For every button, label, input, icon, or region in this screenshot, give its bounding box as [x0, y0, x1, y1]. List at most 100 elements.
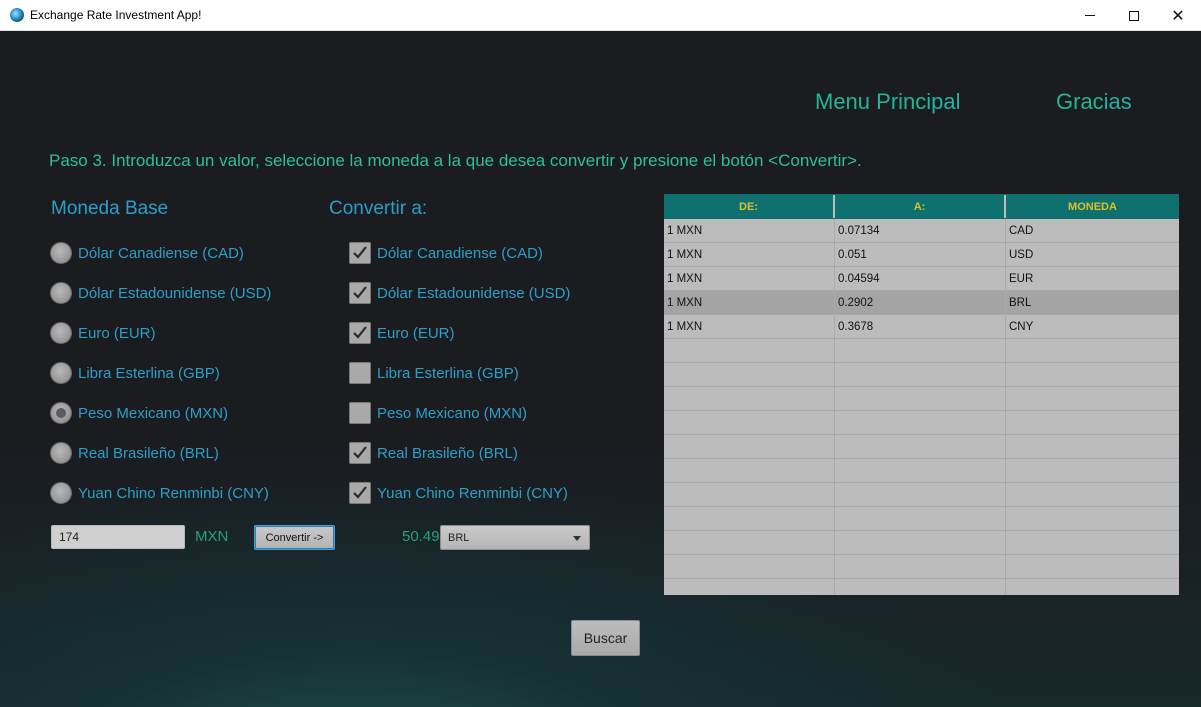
amount-input[interactable] [51, 525, 185, 549]
conversion-result: 50.49 [402, 528, 440, 545]
table-cell [1006, 363, 1179, 386]
rates-table[interactable]: DE: A: MONEDA 1 MXN 0.07134 CAD 1 MXN 0.051 U… [664, 194, 1179, 595]
convert-to-label: Yuan Chino Renminbi (CNY) [377, 484, 568, 502]
app-globe-icon [10, 8, 24, 22]
table-cell [1006, 411, 1179, 434]
table-cell [835, 531, 1006, 554]
radio-selected-icon[interactable] [50, 402, 72, 424]
checkbox-icon[interactable] [349, 362, 371, 384]
table-cell [664, 411, 835, 434]
table-cell [1006, 507, 1179, 530]
rates-table-body: 1 MXN 0.07134 CAD 1 MXN 0.051 USD 1 MXN 0.04594… [664, 219, 1179, 595]
convert-to-option[interactable]: Peso Mexicano (MXN) [349, 400, 527, 426]
base-currency-label: Dólar Estadounidense (USD) [78, 284, 272, 302]
table-row-empty [664, 555, 1179, 579]
minimize-button[interactable] [1067, 0, 1113, 31]
table-cell [835, 339, 1006, 362]
convert-button[interactable]: Convertir -> [254, 525, 335, 550]
radio-icon[interactable] [50, 442, 72, 464]
radio-icon[interactable] [50, 482, 72, 504]
table-cell [835, 555, 1006, 578]
convert-to-option[interactable]: Yuan Chino Renminbi (CNY) [349, 480, 568, 506]
maximize-button[interactable] [1111, 0, 1157, 31]
close-button[interactable]: ✕ [1155, 0, 1201, 31]
table-row[interactable]: 1 MXN 0.07134 CAD [664, 219, 1179, 243]
convert-to-title: Convertir a: [329, 198, 428, 219]
app-content: Menu Principal Gracias Paso 3. Introduzc… [0, 31, 1201, 707]
nav-gracias-link[interactable]: Gracias [1056, 89, 1132, 115]
checkmark-icon [353, 446, 367, 459]
base-currency-option[interactable]: Real Brasileño (BRL) [50, 440, 219, 466]
convert-to-option[interactable]: Euro (EUR) [349, 320, 455, 346]
table-cell: CNY [1009, 320, 1034, 333]
checkbox-checked-icon[interactable] [349, 322, 371, 344]
table-row[interactable]: 1 MXN 0.2902 BRL [664, 291, 1179, 315]
target-currency-select[interactable]: BRL [440, 525, 590, 550]
table-row-empty [664, 459, 1179, 483]
checkbox-checked-icon[interactable] [349, 482, 371, 504]
base-currency-option[interactable]: Euro (EUR) [50, 320, 156, 346]
table-cell [835, 411, 1006, 434]
table-row[interactable]: 1 MXN 0.3678 CNY [664, 315, 1179, 339]
table-row-empty [664, 387, 1179, 411]
search-button[interactable]: Buscar [571, 620, 640, 656]
radio-icon[interactable] [50, 362, 72, 384]
convert-to-option[interactable]: Dólar Canadiense (CAD) [349, 240, 543, 266]
radio-icon[interactable] [50, 242, 72, 264]
table-cell [835, 507, 1006, 530]
table-row-empty [664, 363, 1179, 387]
step-instructions: Paso 3. Introduzca un valor, seleccione … [49, 151, 862, 170]
base-currency-option[interactable]: Yuan Chino Renminbi (CNY) [50, 480, 269, 506]
minimize-icon [1085, 15, 1095, 16]
radio-icon[interactable] [50, 282, 72, 304]
table-row-empty [664, 339, 1179, 363]
table-cell [664, 483, 835, 506]
table-cell [835, 483, 1006, 506]
convert-to-label: Dólar Estadounidense (USD) [377, 284, 571, 302]
checkbox-checked-icon[interactable] [349, 442, 371, 464]
convert-to-option[interactable]: Libra Esterlina (GBP) [349, 360, 519, 386]
table-row[interactable]: 1 MXN 0.051 USD [664, 243, 1179, 267]
checkbox-checked-icon[interactable] [349, 282, 371, 304]
base-currency-option[interactable]: Libra Esterlina (GBP) [50, 360, 220, 386]
table-row-empty [664, 507, 1179, 531]
table-row-empty [664, 531, 1179, 555]
nav-menu-principal-link[interactable]: Menu Principal [815, 89, 961, 115]
chevron-down-icon [573, 536, 581, 541]
column-header-a[interactable]: A: [835, 195, 1006, 218]
table-cell [1006, 531, 1179, 554]
base-currency-option[interactable]: Peso Mexicano (MXN) [50, 400, 228, 426]
checkbox-checked-icon[interactable] [349, 242, 371, 264]
checkmark-icon [353, 486, 367, 499]
table-cell: CAD [1009, 224, 1034, 237]
table-cell [1006, 459, 1179, 482]
base-currency-label: Euro (EUR) [78, 324, 156, 342]
checkbox-icon[interactable] [349, 402, 371, 424]
table-cell [1006, 579, 1179, 595]
table-cell: 0.3678 [835, 315, 1006, 338]
column-header-de[interactable]: DE: [664, 195, 835, 218]
table-cell: 0.07134 [835, 219, 1006, 242]
convert-to-option[interactable]: Real Brasileño (BRL) [349, 440, 518, 466]
table-cell: BRL [1009, 296, 1032, 309]
table-cell: 0.2902 [835, 291, 1006, 314]
base-currency-title: Moneda Base [51, 198, 169, 219]
table-cell [1006, 387, 1179, 410]
rates-table-header: DE: A: MONEDA [664, 194, 1179, 219]
column-header-moneda[interactable]: MONEDA [1006, 195, 1179, 218]
table-cell [664, 459, 835, 482]
table-cell: 1 MXN [664, 315, 835, 338]
base-currency-code: MXN [195, 528, 229, 545]
table-cell: USD [1009, 248, 1034, 261]
base-currency-option[interactable]: Dólar Canadiense (CAD) [50, 240, 244, 266]
radio-icon[interactable] [50, 322, 72, 344]
base-currency-option[interactable]: Dólar Estadounidense (USD) [50, 280, 271, 306]
table-row[interactable]: 1 MXN 0.04594 EUR [664, 267, 1179, 291]
convert-to-label: Libra Esterlina (GBP) [377, 364, 519, 382]
table-cell [664, 435, 835, 458]
checkmark-icon [353, 286, 367, 299]
convert-to-option[interactable]: Dólar Estadounidense (USD) [349, 280, 570, 306]
radio-dot-icon [56, 408, 66, 418]
base-currency-label: Peso Mexicano (MXN) [78, 404, 229, 422]
target-currency-value: BRL [448, 531, 470, 544]
